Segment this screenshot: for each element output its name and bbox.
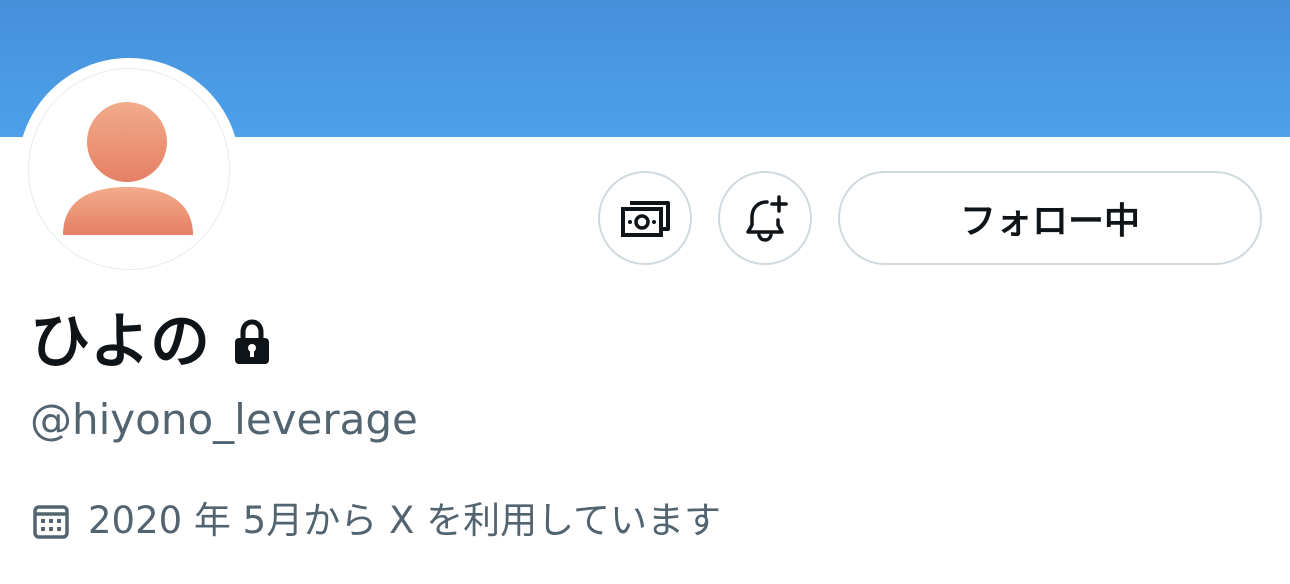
lock-icon: [232, 319, 272, 365]
display-name-row: ひよの: [30, 304, 272, 380]
username-handle: @hiyono_leverage: [30, 395, 418, 444]
following-button[interactable]: フォロー中: [838, 171, 1262, 265]
notification-subscribe-button[interactable]: [718, 171, 812, 265]
following-button-label: フォロー中: [959, 201, 1140, 242]
display-name: ひよの: [30, 307, 210, 377]
join-date-row: 2020 年 5月から X を利用しています: [32, 498, 721, 544]
avatar[interactable]: [28, 68, 230, 270]
calendar-icon: [33, 505, 69, 539]
tip-jar-icon: [621, 201, 670, 237]
profile-page: フォロー中 ひよの @hiyono_leverage 2020 年 5月から X…: [0, 0, 1290, 584]
bell-plus-icon: [746, 195, 788, 242]
join-date-text: 2020 年 5月から X を利用しています: [88, 499, 721, 542]
tip-button[interactable]: [598, 171, 692, 265]
default-avatar-icon: [63, 102, 193, 235]
